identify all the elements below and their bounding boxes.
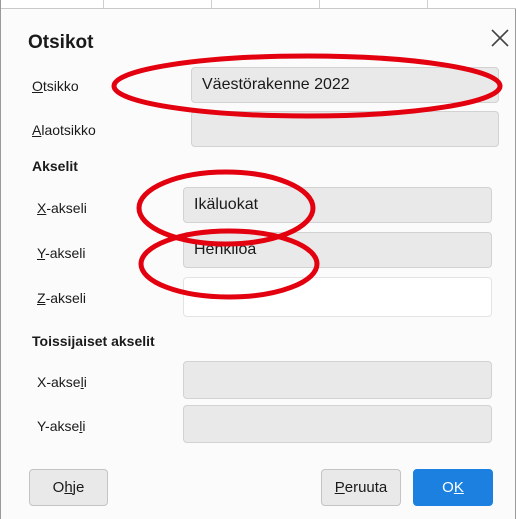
subtitle-field[interactable] bbox=[191, 111, 499, 147]
secondary-x-axis-field[interactable] bbox=[183, 361, 492, 399]
subtitle-label: Alaotsikko bbox=[32, 122, 96, 138]
z-axis-label: Z-akseli bbox=[37, 290, 87, 306]
x-axis-field[interactable]: Ikäluokat bbox=[183, 187, 492, 223]
title-field[interactable]: Väestörakenne 2022 bbox=[191, 67, 499, 103]
secondary-y-axis-field[interactable] bbox=[183, 405, 492, 443]
dialog-title: Otsikot bbox=[28, 32, 94, 53]
z-axis-field[interactable] bbox=[183, 277, 492, 317]
secondary-axes-heading: Toissijaiset akselit bbox=[32, 333, 155, 349]
secondary-y-axis-label: Y-akseli bbox=[37, 418, 86, 434]
y-axis-field[interactable]: Henkilöä bbox=[183, 232, 492, 268]
axes-heading: Akselit bbox=[32, 158, 78, 174]
help-button[interactable]: Ohje bbox=[29, 469, 108, 506]
cancel-button[interactable]: Peruuta bbox=[321, 469, 401, 506]
close-icon[interactable] bbox=[489, 27, 511, 49]
x-axis-label: X-akseli bbox=[37, 200, 87, 216]
titles-dialog: Otsikot Otsikko Väestörakenne 2022 Alaot… bbox=[0, 0, 516, 519]
ok-button[interactable]: OK bbox=[413, 469, 493, 506]
secondary-x-axis-label: X-akseli bbox=[37, 374, 87, 390]
title-label: Otsikko bbox=[32, 78, 79, 94]
title-bar: Otsikot bbox=[1, 8, 516, 60]
y-axis-label: Y-akseli bbox=[37, 245, 86, 261]
